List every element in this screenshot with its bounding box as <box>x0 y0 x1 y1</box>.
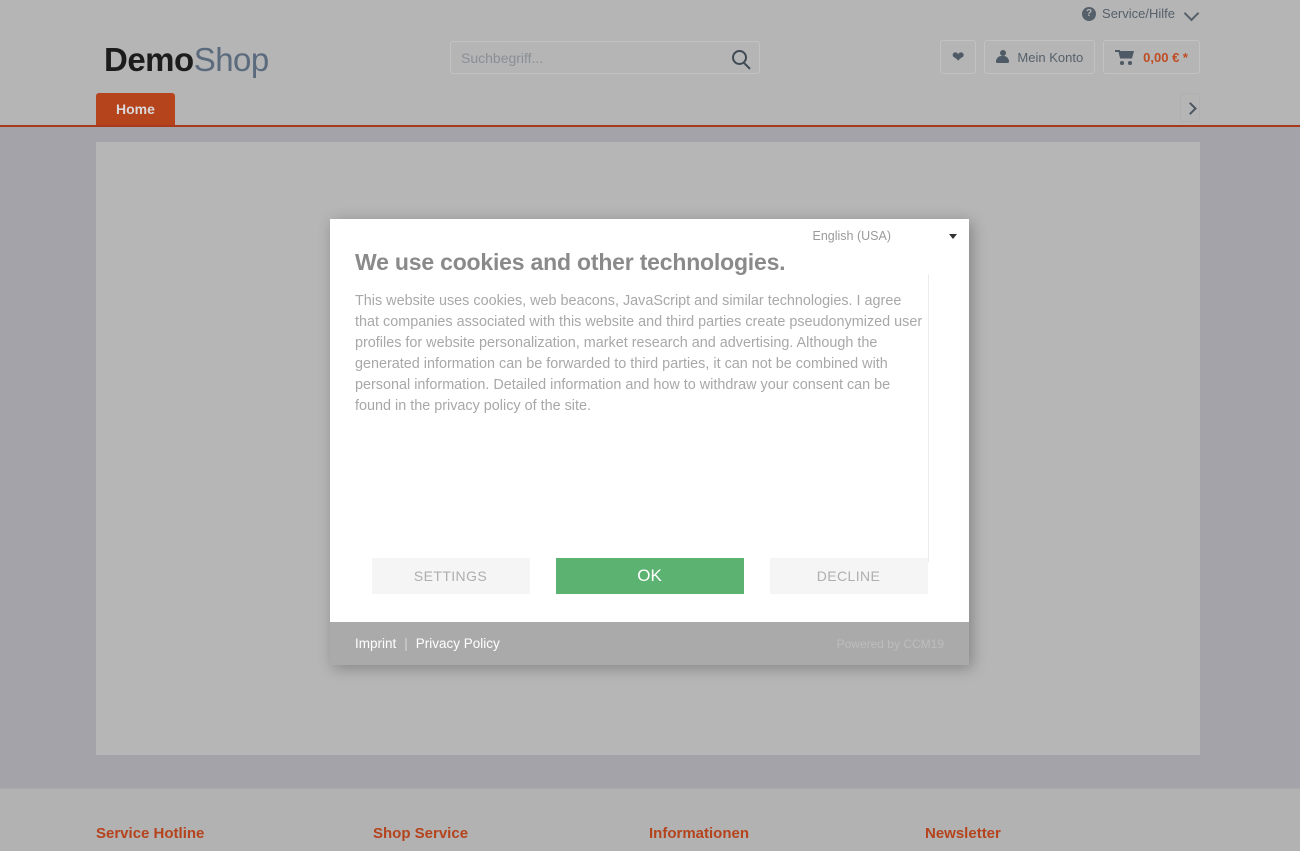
powered-by-label: Powered by CCM19 <box>836 636 944 651</box>
cookie-dialog-body: We use cookies and other technologies. T… <box>330 246 969 562</box>
search-icon <box>731 50 747 65</box>
cookie-dialog-actions: SETTINGS OK DECLINE <box>330 558 969 594</box>
user-icon <box>996 50 1010 64</box>
privacy-policy-link[interactable]: Privacy Policy <box>416 636 500 651</box>
footer-column-title: Service Hotline <box>96 825 205 842</box>
accept-button[interactable]: OK <box>555 558 744 594</box>
footer-column-title: Newsletter <box>925 825 1001 842</box>
search-submit-button[interactable] <box>719 42 759 73</box>
logo-secondary-text: Shop <box>193 41 270 78</box>
shopping-cart-icon <box>1115 49 1135 65</box>
imprint-link[interactable]: Imprint <box>355 636 396 651</box>
language-select[interactable]: English (USA) <box>812 229 957 243</box>
wishlist-button[interactable]: ❤ <box>939 40 977 74</box>
search-bar[interactable] <box>450 41 760 74</box>
logo-primary-text: Demo <box>104 41 194 78</box>
footer-columns: Service Hotline Shop Service Information… <box>96 825 1200 842</box>
question-circle-icon: ? <box>1082 6 1097 21</box>
service-help-label: Service/Hilfe <box>1102 6 1175 21</box>
main-navigation: Home <box>0 89 1300 127</box>
cookie-dialog-title: We use cookies and other technologies. <box>355 249 786 275</box>
site-header: ? Service/Hilfe DemoShop ❤ Mein Konto 0,… <box>0 0 1300 89</box>
cookie-consent-dialog: English (USA) We use cookies and other t… <box>330 219 969 665</box>
link-separator: | <box>404 636 408 651</box>
dialog-scroll-track[interactable] <box>928 274 929 562</box>
settings-button[interactable]: SETTINGS <box>371 558 530 594</box>
language-select-value: English (USA) <box>812 229 892 243</box>
cookie-dialog-main: English (USA) We use cookies and other t… <box>330 219 969 622</box>
cookie-dialog-legal-links: Imprint | Privacy Policy <box>355 636 500 651</box>
footer-column-title: Informationen <box>649 825 749 842</box>
site-footer: Service Hotline Shop Service Information… <box>0 788 1300 851</box>
cart-amount: 0,00 € * <box>1143 49 1188 65</box>
chevron-right-icon[interactable] <box>1180 93 1200 122</box>
decline-button[interactable]: DECLINE <box>769 558 928 594</box>
cart-button[interactable]: 0,00 € * <box>1103 40 1200 74</box>
footer-column-title: Shop Service <box>373 825 469 842</box>
search-input[interactable] <box>451 42 719 73</box>
header-actions: ❤ Mein Konto 0,00 € * <box>939 40 1200 74</box>
chevron-down-icon <box>1185 6 1200 21</box>
my-account-button[interactable]: Mein Konto <box>984 40 1096 74</box>
cookie-dialog-footer: Imprint | Privacy Policy Powered by CCM1… <box>330 622 969 665</box>
service-help-link[interactable]: ? Service/Hilfe <box>1082 6 1200 21</box>
heart-icon: ❤ <box>951 48 965 66</box>
caret-down-icon <box>949 233 957 239</box>
language-selector-row: English (USA) <box>330 219 969 246</box>
my-account-label: Mein Konto <box>1017 49 1084 65</box>
cookie-dialog-text: This website uses cookies, web beacons, … <box>355 293 923 414</box>
nav-item-home[interactable]: Home <box>96 93 175 125</box>
site-logo[interactable]: DemoShop <box>104 40 269 80</box>
